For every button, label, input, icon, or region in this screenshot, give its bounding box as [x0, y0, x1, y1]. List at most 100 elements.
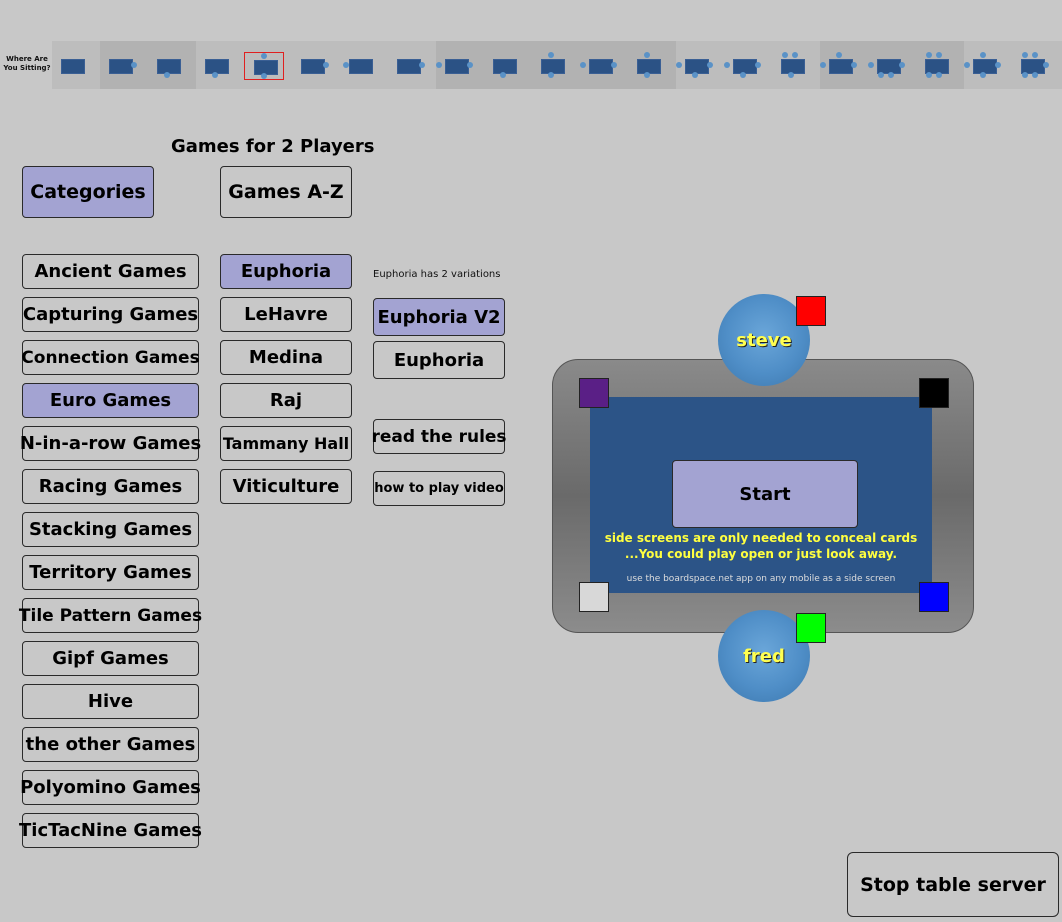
- seat-dot-icon: [788, 72, 794, 78]
- table-icon: [733, 59, 757, 74]
- category-button-polyomino[interactable]: Polyomino Games: [20, 770, 201, 805]
- table-icon: [397, 59, 421, 74]
- seat-dot-icon: [611, 62, 617, 68]
- category-button-tictacnine[interactable]: TicTacNine Games: [19, 813, 202, 848]
- category-button-connection[interactable]: Connection Games: [21, 340, 200, 375]
- how-to-play-video-button[interactable]: how to play video: [373, 471, 505, 506]
- seat-option[interactable]: [148, 52, 186, 78]
- seat-dot-icon: [936, 52, 942, 58]
- category-button-ancient[interactable]: Ancient Games: [22, 254, 199, 289]
- seat-option[interactable]: [580, 52, 618, 78]
- table-icon: [61, 59, 85, 74]
- seat-dot-icon: [261, 73, 267, 79]
- seat-option[interactable]: [628, 52, 666, 78]
- category-button-territory[interactable]: Territory Games: [22, 555, 199, 590]
- seat-option[interactable]: [52, 52, 90, 78]
- game-button-raj[interactable]: Raj: [220, 383, 352, 418]
- seat-option[interactable]: [820, 52, 858, 78]
- seat-dot-icon: [1022, 72, 1028, 78]
- seat-option[interactable]: [532, 52, 570, 78]
- side-screen-purple[interactable]: [579, 378, 609, 408]
- category-button-n-in-a-row[interactable]: N-in-a-row Games: [20, 426, 201, 461]
- category-button-hive[interactable]: Hive: [22, 684, 199, 719]
- read-rules-button[interactable]: read the rules: [371, 419, 507, 454]
- seat-option[interactable]: [916, 52, 954, 78]
- category-button-stacking[interactable]: Stacking Games: [22, 512, 199, 547]
- seat-dot-icon: [323, 62, 329, 68]
- seat-dot-icon: [964, 62, 970, 68]
- seat-dot-icon: [1032, 52, 1038, 58]
- game-button-euphoria[interactable]: Euphoria: [220, 254, 352, 289]
- player-color-green[interactable]: [796, 613, 826, 643]
- seat-option[interactable]: [196, 52, 234, 78]
- seat-dot-icon: [644, 52, 650, 58]
- game-button-tammany-hall[interactable]: Tammany Hall: [220, 426, 352, 461]
- side-screen-white[interactable]: [579, 582, 609, 612]
- seat-dot-icon: [164, 72, 170, 78]
- table-icon: [637, 59, 661, 74]
- seat-option[interactable]: [868, 52, 906, 78]
- category-button-tile-pattern[interactable]: Tile Pattern Games: [19, 598, 202, 633]
- seat-option[interactable]: [724, 52, 762, 78]
- seat-option[interactable]: [676, 52, 714, 78]
- table-icon: [301, 59, 325, 74]
- seat-option[interactable]: [388, 52, 426, 78]
- seat-option[interactable]: [244, 52, 284, 80]
- seat-dot-icon: [343, 62, 349, 68]
- seat-dot-icon: [548, 52, 554, 58]
- table-area: steve fred Start side screens are only n…: [550, 292, 975, 702]
- seat-dot-icon: [1032, 72, 1038, 78]
- games-az-mode-button[interactable]: Games A-Z: [220, 166, 352, 218]
- seat-dot-icon: [980, 52, 986, 58]
- seat-dot-icon: [580, 62, 586, 68]
- seat-option[interactable]: [100, 52, 138, 78]
- seat-option[interactable]: [1012, 52, 1050, 78]
- table-icon: [829, 59, 853, 74]
- table-icon: [973, 59, 997, 74]
- seat-dot-icon: [707, 62, 713, 68]
- category-button-euro[interactable]: Euro Games: [22, 383, 199, 418]
- start-button[interactable]: Start: [672, 460, 858, 528]
- table-icon: [254, 60, 278, 75]
- seat-dot-icon: [868, 62, 874, 68]
- seat-dot-icon: [836, 52, 842, 58]
- seat-dot-icon: [644, 72, 650, 78]
- seat-dot-icon: [995, 62, 1001, 68]
- category-button-other[interactable]: the other Games: [22, 727, 199, 762]
- table-icon: [157, 59, 181, 74]
- seat-dot-icon: [436, 62, 442, 68]
- side-screen-black[interactable]: [919, 378, 949, 408]
- seat-dot-icon: [692, 72, 698, 78]
- stop-table-server-button[interactable]: Stop table server: [847, 852, 1059, 917]
- seat-option[interactable]: [964, 52, 1002, 78]
- seat-dot-icon: [899, 62, 905, 68]
- variation-button-euphoria-v2[interactable]: Euphoria V2: [373, 298, 505, 336]
- side-screen-blue[interactable]: [919, 582, 949, 612]
- category-button-racing[interactable]: Racing Games: [22, 469, 199, 504]
- seat-option[interactable]: [436, 52, 474, 78]
- player-color-red[interactable]: [796, 296, 826, 326]
- seat-dot-icon: [792, 52, 798, 58]
- table-icon: [781, 59, 805, 74]
- seat-dot-icon: [820, 62, 826, 68]
- seat-dot-icon: [851, 62, 857, 68]
- side-screen-message-2: ...You could play open or just look away…: [624, 547, 898, 561]
- game-button-viticulture[interactable]: Viticulture: [220, 469, 352, 504]
- seat-option[interactable]: [292, 52, 330, 78]
- seat-option[interactable]: [484, 52, 522, 78]
- categories-mode-button[interactable]: Categories: [22, 166, 154, 218]
- seat-dot-icon: [926, 72, 932, 78]
- variation-button-euphoria[interactable]: Euphoria: [373, 341, 505, 379]
- seat-dot-icon: [724, 62, 730, 68]
- table-icon: [541, 59, 565, 74]
- seat-dot-icon: [878, 72, 884, 78]
- seat-dot-icon: [755, 62, 761, 68]
- seat-option[interactable]: [340, 52, 378, 78]
- game-button-lehavre[interactable]: LeHavre: [220, 297, 352, 332]
- category-button-capturing[interactable]: Capturing Games: [22, 297, 199, 332]
- seat-dot-icon: [131, 62, 137, 68]
- seat-option[interactable]: [772, 52, 810, 78]
- category-button-gipf[interactable]: Gipf Games: [22, 641, 199, 676]
- game-button-medina[interactable]: Medina: [220, 340, 352, 375]
- variations-note: Euphoria has 2 variations: [373, 269, 501, 280]
